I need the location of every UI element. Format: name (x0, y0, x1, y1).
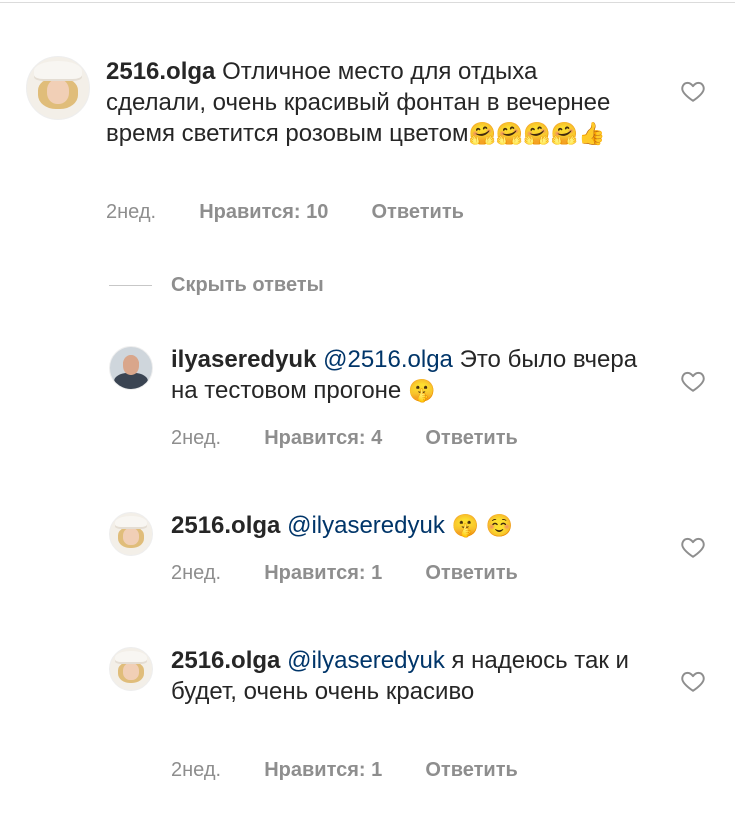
comment-username[interactable]: ilyaseredyuk (171, 346, 316, 373)
heart-outline-icon[interactable] (680, 668, 706, 694)
reply-button[interactable]: Ответить (425, 427, 517, 450)
comment-likes[interactable]: Нравится: 4 (264, 427, 382, 450)
comment-text: 2516.olga Отличное место для отдыха сдел… (106, 56, 626, 150)
comment-emoji: 🤗🤗🤗🤗👍 (468, 122, 606, 147)
comment-time[interactable]: 2нед. (106, 201, 156, 224)
comment-mention[interactable]: @2516.olga (323, 346, 453, 373)
avatar[interactable] (109, 512, 153, 556)
reply-button[interactable]: Ответить (425, 759, 517, 782)
comment-mention[interactable]: @ilyaseredyuk (287, 512, 445, 539)
reply-button[interactable]: Ответить (425, 562, 517, 585)
comment-meta: 2нед. Нравится: 4 Ответить (171, 427, 518, 450)
comment-emoji: 🤫 ☺️ (451, 514, 514, 539)
comment-username[interactable]: 2516.olga (171, 647, 280, 674)
avatar-shirt (114, 373, 148, 389)
comment-meta: 2нед. Нравится: 10 Ответить (106, 201, 464, 224)
heart-outline-icon[interactable] (680, 534, 706, 560)
comment-likes[interactable]: Нравится: 10 (199, 201, 328, 224)
avatar-head (122, 354, 140, 375)
comment-likes[interactable]: Нравится: 1 (264, 759, 382, 782)
comment-time[interactable]: 2нед. (171, 759, 221, 782)
comment-likes[interactable]: Нравится: 1 (264, 562, 382, 585)
avatar-hat (115, 650, 147, 664)
avatar-face (123, 528, 139, 545)
hide-replies-line (109, 285, 152, 286)
comment-text: 2516.olga @ilyaseredyuk я надеюсь так и … (171, 645, 641, 707)
avatar-hat (34, 60, 82, 81)
comment-text: ilyaseredyuk @2516.olga Это было вчера н… (171, 344, 641, 407)
heart-outline-icon[interactable] (680, 368, 706, 394)
hide-replies-button[interactable]: Скрыть ответы (171, 274, 324, 297)
comment-emoji: 🤫 (407, 379, 436, 404)
reply-button[interactable]: Ответить (372, 201, 464, 224)
heart-outline-icon[interactable] (680, 78, 706, 104)
top-divider (0, 2, 735, 3)
comment-username[interactable]: 2516.olga (106, 58, 215, 85)
comment-meta: 2нед. Нравится: 1 Ответить (171, 562, 518, 585)
avatar-hat (115, 515, 147, 529)
avatar[interactable] (109, 346, 153, 390)
comment-text: 2516.olga @ilyaseredyuk 🤫 ☺️ (171, 510, 641, 542)
avatar[interactable] (109, 647, 153, 691)
avatar[interactable] (26, 56, 90, 120)
avatar-face (123, 663, 139, 680)
comment-time[interactable]: 2нед. (171, 427, 221, 450)
comment-time[interactable]: 2нед. (171, 562, 221, 585)
comment-mention[interactable]: @ilyaseredyuk (287, 647, 445, 674)
comment-meta: 2нед. Нравится: 1 Ответить (171, 759, 518, 782)
comment-username[interactable]: 2516.olga (171, 512, 280, 539)
avatar-face (46, 79, 70, 105)
